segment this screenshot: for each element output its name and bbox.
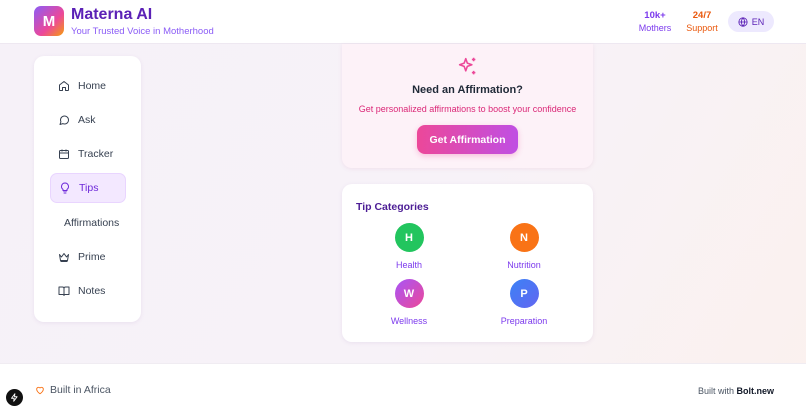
chat-bubble-icon [59, 115, 69, 125]
logo-letter: M [42, 12, 56, 30]
globe-icon [738, 16, 748, 27]
sparkles-icon [458, 57, 476, 75]
category-nutrition-badge: N [509, 223, 539, 252]
stat-mothers-label: Mothers [638, 23, 672, 33]
sidebar-item-home[interactable]: Home [50, 71, 126, 101]
bolt-badge[interactable] [6, 389, 23, 406]
affirmation-title: Need an Affirmation? [412, 84, 523, 96]
language-button[interactable]: EN [728, 11, 774, 32]
built-in-africa: Built in Africa [35, 384, 111, 396]
category-label: Preparation [500, 316, 548, 326]
affirmation-description: Get personalized affirmations to boost y… [358, 104, 577, 114]
sidebar-subitem-affirmations[interactable]: Affirmations [64, 217, 119, 229]
sidebar-item-label: Tips [79, 182, 99, 194]
lightning-bolt-icon [11, 393, 18, 402]
category-preparation-badge: P [509, 279, 539, 308]
built-with-prefix: Built with [697, 386, 737, 396]
sidebar-item-tracker[interactable]: Tracker [50, 139, 126, 169]
sidebar-item-label: Tracker [78, 148, 114, 160]
sidebar-item-label: Notes [78, 285, 106, 297]
category-preparation[interactable]: P Preparation [484, 279, 564, 326]
built-with-credit[interactable]: Built with Bolt.new [698, 386, 774, 396]
crown-icon [59, 253, 69, 262]
category-health-badge: H [394, 223, 424, 252]
sidebar-item-prime[interactable]: Prime [50, 242, 126, 272]
lightbulb-icon [61, 182, 69, 194]
home-icon [59, 81, 69, 91]
tip-categories-card: Tip Categories H Health N Nutrition W We… [342, 184, 593, 342]
built-with-brand: Bolt.new [736, 386, 775, 396]
tip-categories-title: Tip Categories [356, 201, 429, 213]
category-label: Health [395, 260, 422, 270]
stat-support-value: 24/7 [692, 10, 712, 21]
language-label: EN [751, 16, 765, 27]
app-tagline: Your Trusted Voice in Motherhood [71, 26, 214, 37]
category-label: Wellness [390, 316, 428, 326]
category-nutrition[interactable]: N Nutrition [484, 223, 564, 270]
get-affirmation-button[interactable]: Get Affirmation [417, 125, 518, 154]
calendar-icon [59, 149, 69, 159]
category-wellness-badge: W [394, 279, 424, 308]
sidebar-item-notes[interactable]: Notes [50, 276, 126, 306]
sidebar-item-label: Ask [78, 114, 96, 126]
stat-mothers: 10k+ Mothers [636, 10, 674, 33]
app-logo[interactable]: M [34, 6, 64, 36]
stat-mothers-value: 10k+ [644, 10, 666, 21]
sidebar: Home Ask Tracker Tips Affirmations Prime… [34, 56, 141, 322]
sidebar-item-label: Home [78, 80, 107, 92]
stat-support: 24/7 Support [684, 10, 720, 33]
category-label: Nutrition [507, 260, 541, 270]
book-icon [58, 286, 70, 296]
category-wellness[interactable]: W Wellness [369, 279, 449, 326]
sidebar-item-label: Prime [78, 251, 106, 263]
category-health[interactable]: H Health [369, 223, 449, 270]
heart-icon [36, 386, 44, 395]
affirmation-card: Need an Affirmation? Get personalized af… [342, 44, 593, 168]
app-title[interactable]: Materna AI [71, 6, 152, 24]
app-footer: Built in Africa Built with Bolt.new [0, 363, 806, 414]
stat-support-label: Support [686, 23, 718, 33]
built-in-africa-label: Built in Africa [50, 384, 111, 396]
sidebar-item-ask[interactable]: Ask [50, 105, 126, 135]
app-header: M Materna AI Your Trusted Voice in Mothe… [0, 0, 806, 44]
sidebar-item-tips[interactable]: Tips [50, 173, 126, 203]
